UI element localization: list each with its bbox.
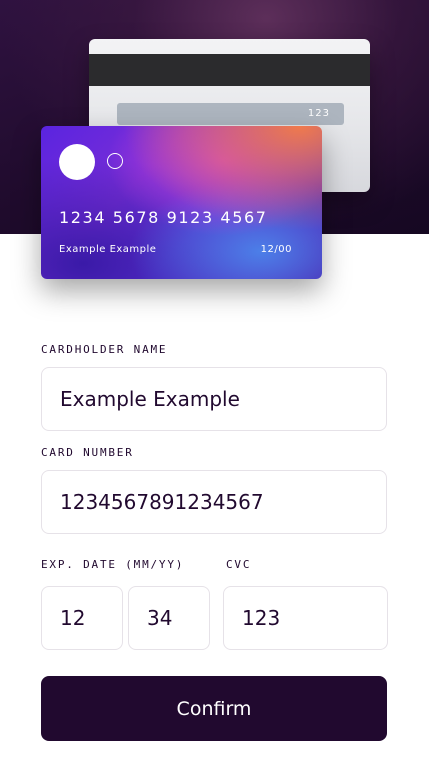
card-logo-ring-icon [107,153,123,169]
exp-month-input[interactable]: 12 [41,586,123,650]
cvc-input[interactable]: 123 [223,586,388,650]
exp-date-label: EXP. DATE (MM/YY) [41,558,185,571]
card-front-holder: Example Example [59,244,157,255]
magnetic-stripe [89,54,370,86]
exp-year-input[interactable]: 34 [128,586,210,650]
card-back-cvc: 123 [307,108,330,119]
card-number-input[interactable]: 1234567891234567 [41,470,387,534]
card-logo-circle-icon [59,144,95,180]
card-front: 1234 5678 9123 4567 Example Example 12/0… [41,126,322,279]
card-front-expiry: 12/00 [260,244,292,255]
card-front-number: 1234 5678 9123 4567 [59,208,268,227]
confirm-button[interactable]: Confirm [41,676,387,741]
cvc-label: CVC [226,558,252,571]
cardholder-name-label: CARDHOLDER NAME [41,343,168,356]
cardholder-name-input[interactable]: Example Example [41,367,387,431]
card-number-label: CARD NUMBER [41,446,134,459]
